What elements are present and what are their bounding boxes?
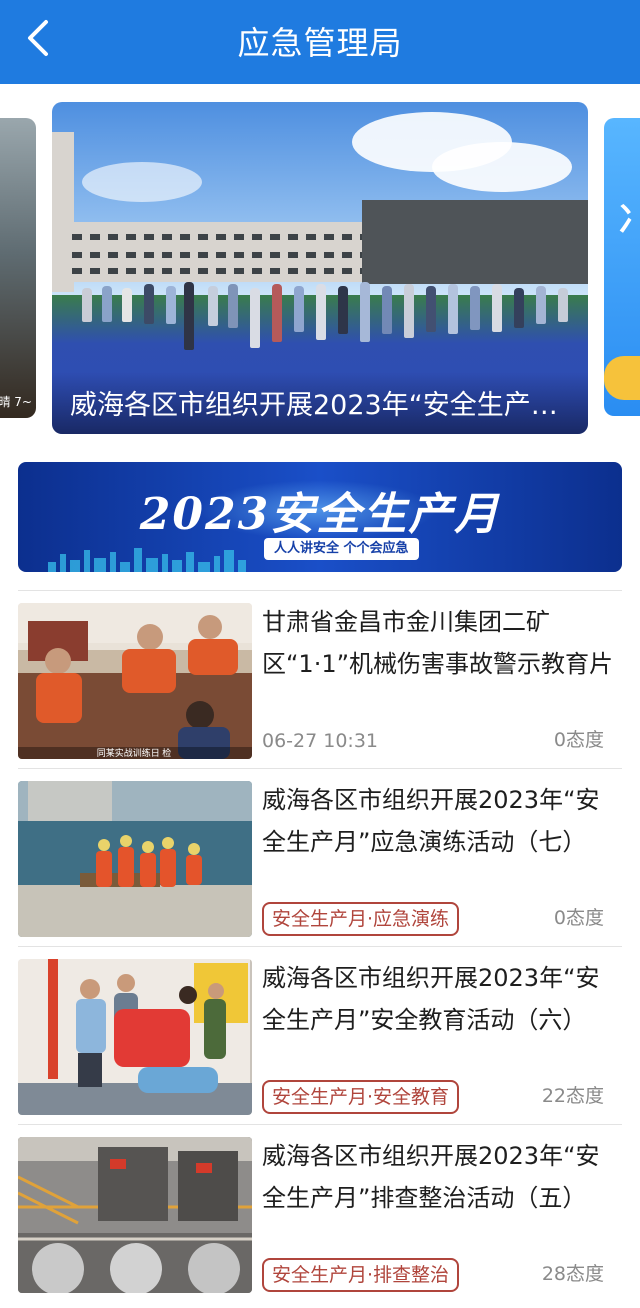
carousel-slide-next[interactable]: 冫	[604, 118, 640, 416]
list-item[interactable]: 威海各区市组织开展2023年“安全生产月”应急演练活动（七） 安全生产月·应急演…	[18, 768, 622, 946]
article-title: 威海各区市组织开展2023年“安全生产月”排查整治活动（五）	[262, 1142, 600, 1212]
slide-prev-caption: 晴 7~	[0, 395, 32, 409]
list-item[interactable]: 威海各区市组织开展2023年“安全生产月”排查整治活动（五） 安全生产月·排查整…	[18, 1124, 622, 1302]
slide-caption: 威海各区市组织开展2023年“安全生产月”活动	[70, 390, 570, 421]
article-views: 0态度	[553, 907, 604, 929]
banner-subtitle: 人人讲安全 个个会应急	[264, 538, 419, 560]
article-tag[interactable]: 安全生产月·应急演练	[262, 902, 460, 936]
svg-text:同某实战训练日 检: 同某实战训练日 检	[97, 747, 172, 758]
article-thumbnail: 同某实战训练日 检	[18, 603, 252, 759]
article-date: 06-27 10:31	[262, 730, 379, 752]
list-item[interactable]: 威海各区市组织开展2023年“安全生产月”安全教育活动（六） 安全生产月·安全教…	[18, 946, 622, 1124]
article-views: 28态度	[541, 1263, 604, 1285]
page-title: 应急管理局	[237, 24, 403, 62]
article-tag[interactable]: 安全生产月·排查整治	[262, 1258, 460, 1292]
news-carousel[interactable]: 晴 7~ 威海各区市组织开展2023年“安全生产月 冫	[0, 84, 640, 454]
banner-title: 2023安全生产月	[139, 489, 501, 540]
article-thumbnail	[18, 959, 252, 1115]
crowd	[72, 278, 572, 350]
article-tag[interactable]: 安全生产月·安全教育	[262, 1080, 460, 1114]
article-title: 威海各区市组织开展2023年“安全生产月”应急演练活动（七）	[262, 786, 600, 856]
list-item[interactable]: 同某实战训练日 检 甘肃省金昌市金川集团二矿区“1·1”机械伤害事故警示教育片 …	[18, 590, 622, 768]
article-thumbnail	[18, 781, 252, 937]
article-views: 22态度	[541, 1085, 604, 1107]
slide-next-caption: 冫	[618, 200, 640, 240]
skyline-decoration	[48, 546, 258, 572]
safety-month-banner[interactable]: 2023安全生产月 人人讲安全 个个会应急	[18, 462, 622, 572]
article-thumbnail	[18, 1137, 252, 1293]
article-title: 甘肃省金昌市金川集团二矿区“1·1”机械伤害事故警示教育片	[262, 608, 614, 678]
carousel-slide-current[interactable]: 威海各区市组织开展2023年“安全生产月”活动	[52, 102, 588, 434]
app-header: 应急管理局	[0, 0, 640, 84]
article-views: 0态度	[553, 729, 604, 751]
article-title: 威海各区市组织开展2023年“安全生产月”安全教育活动（六）	[262, 964, 600, 1034]
carousel-slide-prev[interactable]: 晴 7~	[0, 118, 36, 418]
